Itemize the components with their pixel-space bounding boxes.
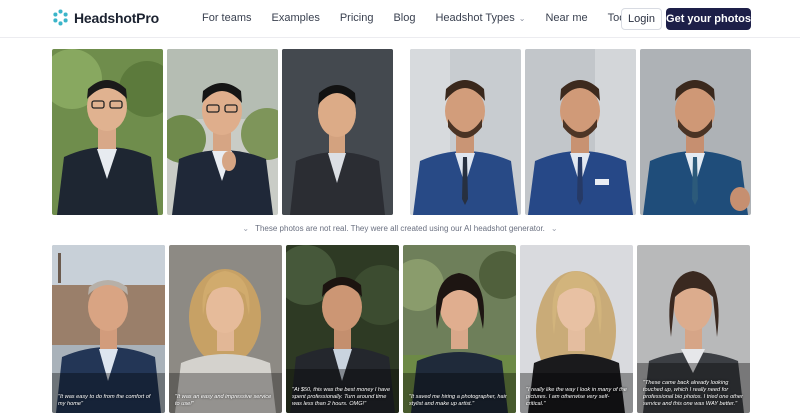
nav-blog[interactable]: Blog bbox=[393, 12, 415, 24]
logo[interactable]: HeadshotPro bbox=[52, 9, 159, 26]
main-nav: For teams Examples Pricing Blog Headshot… bbox=[202, 12, 664, 24]
testimonial-quote: "It saved me hiring a photographer, hair… bbox=[409, 394, 507, 407]
testimonial-quote: "At $50, this was the best money I have … bbox=[292, 387, 391, 407]
headshot-photo bbox=[640, 49, 751, 215]
nav-label: For teams bbox=[202, 12, 252, 24]
chevron-down-icon: ⌄ bbox=[518, 13, 526, 23]
nav-label: Blog bbox=[393, 12, 416, 24]
nav-examples[interactable]: Examples bbox=[272, 12, 320, 24]
login-button[interactable]: Login bbox=[621, 8, 662, 30]
testimonial-card: "It was easy to do from the comfort of m… bbox=[52, 245, 165, 413]
nav-headshot-types[interactable]: Headshot Types ⌄ bbox=[435, 12, 525, 24]
headshot-photo bbox=[167, 49, 278, 215]
nav-label: Near me bbox=[545, 12, 588, 24]
nav-for-teams[interactable]: For teams bbox=[202, 12, 252, 24]
nav-pricing[interactable]: Pricing bbox=[340, 12, 374, 24]
nav-label: Headshot Types bbox=[435, 12, 515, 24]
testimonial-card: "It saved me hiring a photographer, hair… bbox=[403, 245, 516, 413]
chevron-down-icon: ⌄ bbox=[550, 224, 558, 233]
headshot-photo bbox=[52, 49, 163, 215]
testimonial-quote: "It was an easy and impressive service t… bbox=[175, 394, 272, 407]
site-header: HeadshotPro For teams Examples Pricing B… bbox=[0, 0, 800, 38]
headshot-photo bbox=[410, 49, 521, 215]
logo-icon bbox=[53, 9, 68, 26]
testimonial-quote: "These came back already looking touched… bbox=[643, 380, 743, 407]
testimonial-quote: "It was easy to do from the comfort of m… bbox=[58, 394, 151, 407]
nav-label: Examples bbox=[271, 12, 320, 24]
nav-near-me[interactable]: Near me bbox=[545, 12, 587, 24]
testimonial-card: "It was an easy and impressive service t… bbox=[169, 245, 282, 413]
ai-disclaimer: ⌄ These photos are not real. They were al… bbox=[0, 224, 800, 233]
nav-label: Pricing bbox=[339, 12, 374, 24]
headshot-photo bbox=[282, 49, 393, 215]
headshot-photo bbox=[525, 49, 636, 215]
chevron-down-icon: ⌄ bbox=[242, 224, 250, 233]
testimonial-card: "These came back already looking touched… bbox=[637, 245, 750, 413]
disclaimer-text: These photos are not real. They were all… bbox=[255, 224, 545, 233]
testimonial-quote: "I really like the way I look in many of… bbox=[526, 387, 627, 407]
testimonial-card: "At $50, this was the best money I have … bbox=[286, 245, 399, 413]
testimonial-card: "I really like the way I look in many of… bbox=[520, 245, 633, 413]
brand-name: HeadshotPro bbox=[74, 9, 159, 26]
get-photos-button[interactable]: Get your photos bbox=[666, 8, 751, 30]
